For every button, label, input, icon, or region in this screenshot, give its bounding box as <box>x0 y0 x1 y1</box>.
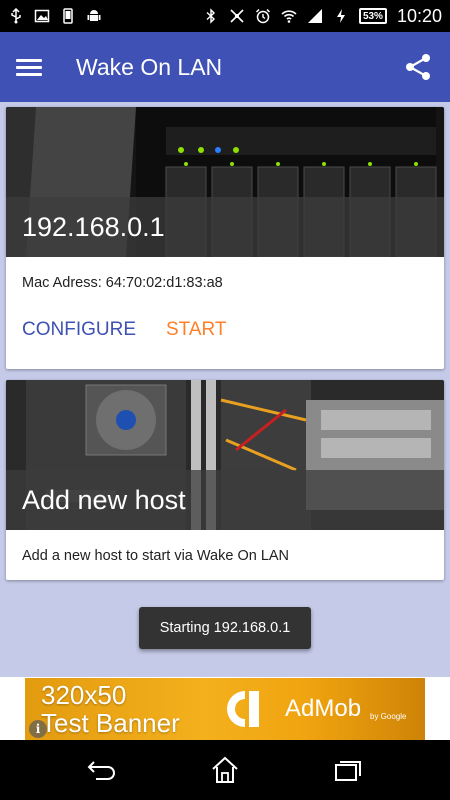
wifi-icon <box>281 10 297 23</box>
recents-button[interactable] <box>328 750 368 790</box>
image-icon <box>34 9 50 23</box>
battery-level: 53% <box>358 8 387 24</box>
app-title: Wake On LAN <box>76 53 223 80</box>
recents-icon <box>335 761 362 781</box>
admob-brand: AdMob <box>285 695 362 722</box>
hamburger-menu-button[interactable] <box>16 52 46 82</box>
hamburger-icon-line <box>16 65 42 69</box>
android-icon <box>87 10 101 21</box>
nfc-icon <box>230 9 244 23</box>
hamburger-icon-line <box>16 58 42 62</box>
add-host-description: Add a new host to start via Wake On LAN <box>22 548 290 564</box>
navigation-bar <box>0 740 450 800</box>
phone-icon <box>63 8 73 24</box>
toast-message: Starting 192.168.0.1 <box>139 607 311 649</box>
host-mac-address: Mac Adress: 64:70:02:d1:83:a8 <box>22 275 223 291</box>
admob-by-google: by Google <box>370 712 407 721</box>
charging-icon <box>336 9 345 23</box>
nas-server-image: 192.168.0.1 <box>6 107 444 257</box>
host-card[interactable]: 192.168.0.1 Mac Adress: 64:70:02:d1:83:a… <box>6 107 444 369</box>
back-icon <box>87 761 115 780</box>
app-bar: Wake On LAN <box>0 32 450 102</box>
host-ip: 192.168.0.1 <box>22 211 165 242</box>
add-host-card[interactable]: Add new host Add a new host to start via… <box>6 380 444 580</box>
configure-button[interactable]: CONFIGURE <box>22 319 136 341</box>
alarm-icon <box>255 8 270 24</box>
start-button[interactable]: START <box>166 319 227 341</box>
home-button[interactable] <box>205 750 245 790</box>
status-right: 53% 10:20 <box>203 6 442 27</box>
ad-size-label: 320x50 <box>41 680 127 710</box>
usb-icon <box>11 8 21 24</box>
ad-test-label: Test Banner <box>41 708 180 738</box>
status-left <box>8 8 102 24</box>
share-icon[interactable] <box>402 51 434 83</box>
ad-banner[interactable]: 320x50 Test Banner i AdMob by Google <box>25 678 425 740</box>
bluetooth-icon <box>206 8 215 24</box>
signal-icon <box>307 9 322 23</box>
add-host-title: Add new host <box>22 484 186 515</box>
ad-info-icon[interactable]: i <box>29 720 47 738</box>
add-host-title-overlay: Add new host <box>6 470 444 530</box>
host-actions: CONFIGURE START <box>6 291 444 341</box>
clock: 10:20 <box>396 5 442 26</box>
ad-text: 320x50 Test Banner <box>41 681 180 737</box>
motherboard-image: Add new host <box>6 380 444 530</box>
admob-logo-icon <box>227 691 259 727</box>
back-button[interactable] <box>82 750 122 790</box>
host-title-overlay: 192.168.0.1 <box>6 197 444 257</box>
status-bar: 53% 10:20 <box>0 0 450 32</box>
hamburger-icon-line <box>16 72 42 76</box>
home-icon <box>212 756 238 783</box>
